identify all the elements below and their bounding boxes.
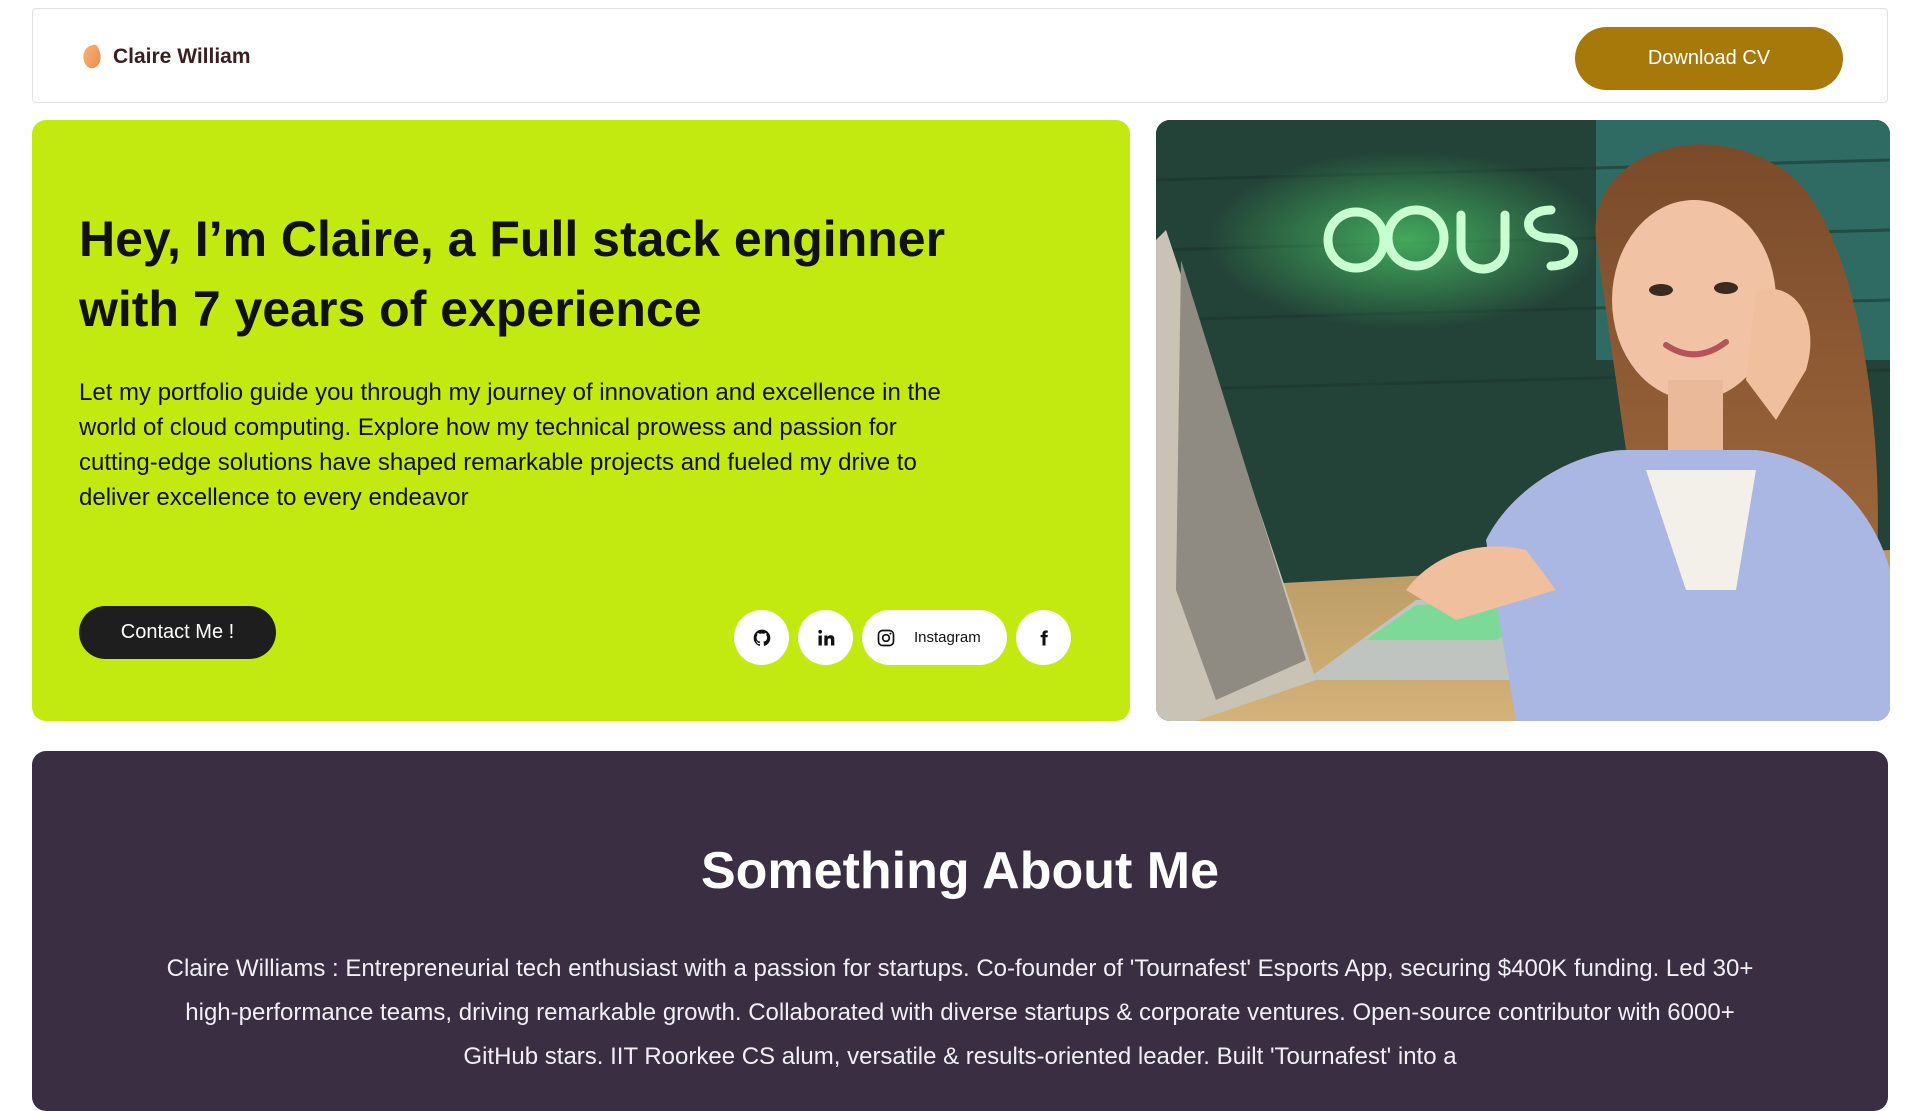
site-header: Claire William Download CV (32, 8, 1888, 103)
instagram-icon (876, 628, 896, 648)
instagram-label: Instagram (914, 629, 981, 646)
hero-card: Hey, I’m Claire, a Full stack enginner w… (32, 120, 1130, 721)
github-icon (752, 628, 772, 648)
linkedin-icon (816, 628, 836, 648)
hero-title: Hey, I’m Claire, a Full stack enginner w… (79, 211, 946, 337)
profile-photo (1156, 120, 1890, 721)
brand[interactable]: Claire William (79, 9, 251, 104)
about-text: Claire Williams : Entrepreneurial tech e… (166, 955, 1754, 1070)
github-link[interactable] (734, 610, 789, 665)
contact-me-button[interactable]: Contact Me ! (79, 606, 276, 659)
facebook-link[interactable] (1016, 610, 1071, 665)
about-section: Something About Me Claire Williams : Ent… (32, 751, 1888, 1111)
brand-name: Claire William (113, 44, 251, 68)
social-links: Instagram (734, 610, 1071, 665)
brand-logo-icon (79, 43, 105, 70)
linkedin-link[interactable] (798, 610, 853, 665)
hero-description: Let my portfolio guide you through my jo… (79, 379, 941, 511)
about-title: Something About Me (700, 842, 1220, 900)
instagram-link[interactable]: Instagram (862, 610, 1007, 665)
facebook-icon (1035, 629, 1053, 647)
download-cv-button[interactable]: Download CV (1575, 27, 1843, 90)
